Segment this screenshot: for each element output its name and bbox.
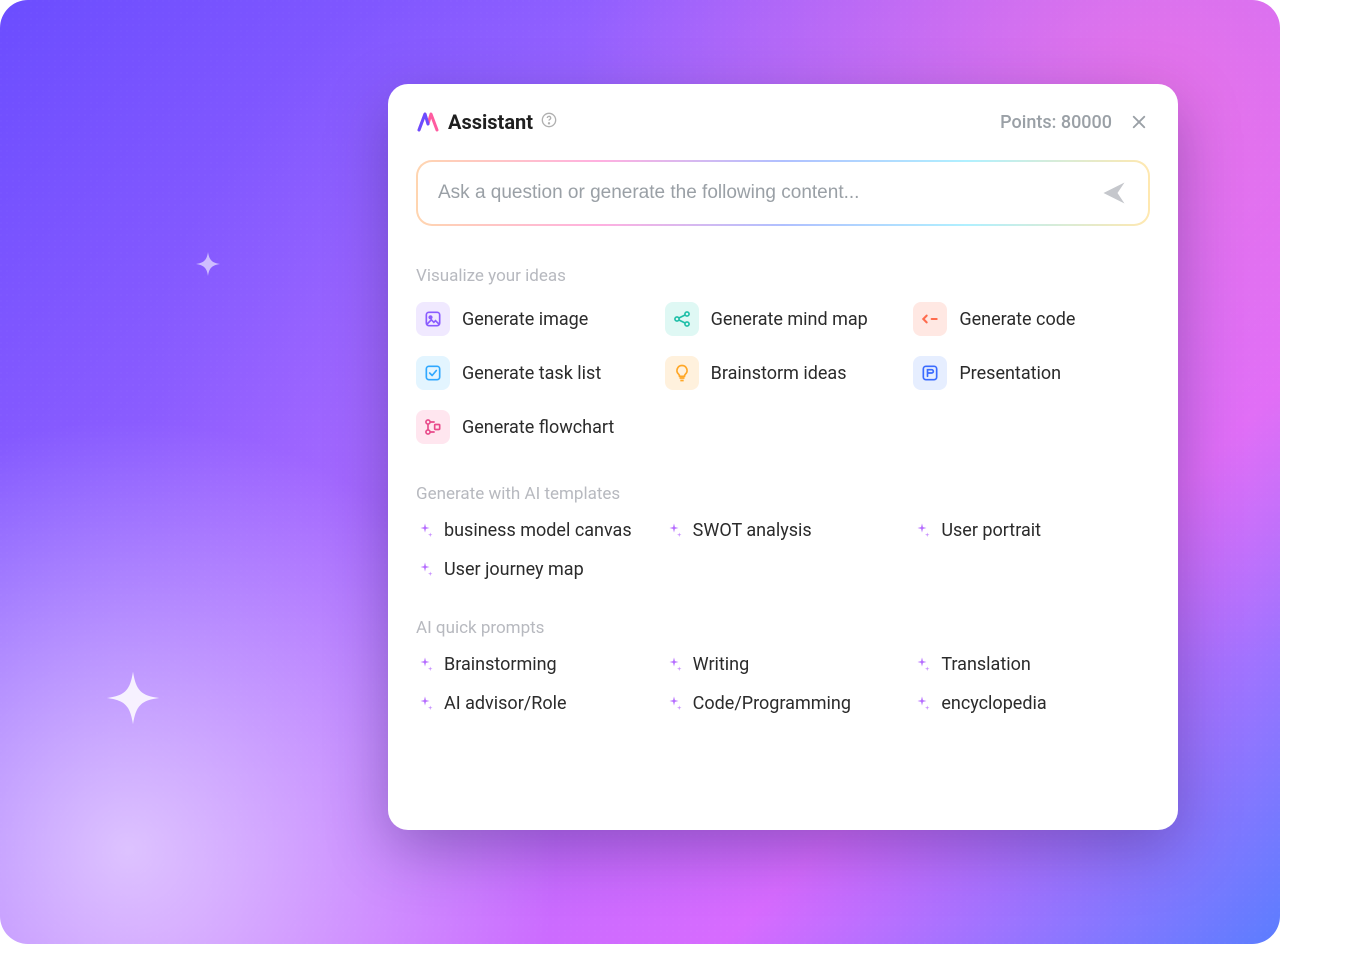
assistant-modal: Assistant Points: 80000 Visualize your i… [388, 84, 1178, 830]
prompt-item[interactable]: Writing [665, 654, 902, 675]
sparkle-icon [665, 656, 683, 674]
prompt-item[interactable]: encyclopedia [913, 693, 1150, 714]
prompt-item-label: Writing [693, 654, 750, 675]
sparkle-icon [665, 522, 683, 540]
sparkle-icon [913, 656, 931, 674]
sparkle-icon [665, 695, 683, 713]
section-label-prompts: AI quick prompts [416, 618, 1150, 638]
sparkle-icon [913, 695, 931, 713]
sparkle-icon [88, 668, 178, 758]
flowchart-icon [416, 410, 450, 444]
sparkle-icon [416, 561, 434, 579]
help-icon[interactable] [541, 112, 557, 132]
prompt-item[interactable]: Translation [913, 654, 1150, 675]
section-label-templates: Generate with AI templates [416, 484, 1150, 504]
visualize-item-label: Generate mind map [711, 309, 868, 330]
visualize-item-label: Generate flowchart [462, 417, 614, 438]
checklist-icon [416, 356, 450, 390]
sparkle-icon [416, 656, 434, 674]
visualize-item-label: Generate code [959, 309, 1075, 330]
prompt-item-label: Brainstorming [444, 654, 557, 675]
visualize-grid: Generate image Generate mind map Generate … [416, 302, 1150, 444]
template-item-label: User portrait [941, 520, 1041, 541]
lightbulb-icon [665, 356, 699, 390]
brand-logo-icon [416, 110, 440, 134]
visualize-item[interactable]: Generate task list [416, 356, 653, 390]
template-item[interactable]: business model canvas [416, 520, 653, 541]
visualize-item[interactable]: Presentation [913, 356, 1150, 390]
prompt-item-label: Translation [941, 654, 1031, 675]
sparkle-icon [913, 522, 931, 540]
visualize-item[interactable]: Generate code [913, 302, 1150, 336]
points-label: Points: 80000 [1000, 112, 1112, 133]
prompt-item-label: encyclopedia [941, 693, 1046, 714]
prompt-item[interactable]: AI advisor/Role [416, 693, 653, 714]
prompts-grid: Brainstorming Writing Translation AI adviso… [416, 654, 1150, 714]
mindmap-icon [665, 302, 699, 336]
sparkle-icon [416, 695, 434, 713]
visualize-item[interactable]: Generate image [416, 302, 653, 336]
template-item-label: User journey map [444, 559, 584, 580]
presentation-icon [913, 356, 947, 390]
sparkle-icon [416, 522, 434, 540]
template-item-label: SWOT analysis [693, 520, 812, 541]
template-item[interactable]: User portrait [913, 520, 1150, 541]
send-button[interactable] [1100, 179, 1128, 207]
image-icon [416, 302, 450, 336]
template-item[interactable]: SWOT analysis [665, 520, 902, 541]
visualize-item-label: Presentation [959, 363, 1061, 384]
prompt-item[interactable]: Brainstorming [416, 654, 653, 675]
modal-header: Assistant Points: 80000 [416, 110, 1150, 134]
visualize-item-label: Brainstorm ideas [711, 363, 847, 384]
section-label-visualize: Visualize your ideas [416, 266, 1150, 286]
prompt-item-label: AI advisor/Role [444, 693, 567, 714]
prompt-item-label: Code/Programming [693, 693, 851, 714]
sparkle-icon [184, 248, 232, 296]
template-item-label: business model canvas [444, 520, 632, 541]
template-item[interactable]: User journey map [416, 559, 653, 580]
visualize-item[interactable]: Generate mind map [665, 302, 902, 336]
modal-title: Assistant [448, 110, 533, 134]
visualize-item[interactable]: Brainstorm ideas [665, 356, 902, 390]
visualize-item-label: Generate image [462, 309, 588, 330]
prompt-input[interactable] [438, 182, 1100, 204]
visualize-item-label: Generate task list [462, 363, 601, 384]
visualize-item[interactable]: Generate flowchart [416, 410, 653, 444]
templates-grid: business model canvas SWOT analysis User p… [416, 520, 1150, 580]
prompt-item[interactable]: Code/Programming [665, 693, 902, 714]
close-button[interactable] [1128, 111, 1150, 133]
code-icon [913, 302, 947, 336]
prompt-input-wrap [416, 160, 1150, 226]
